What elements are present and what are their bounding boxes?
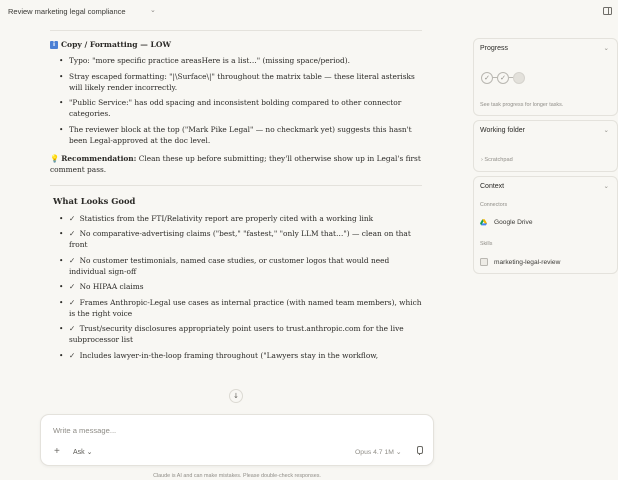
chevron-down-icon[interactable]: ⌄: [604, 126, 609, 134]
good-points-list: ✓ Statistics from the FTI/Relativity rep…: [50, 213, 422, 361]
connector-google-drive[interactable]: Google Drive: [480, 219, 532, 226]
list-item-text: No customer testimonials, named case stu…: [69, 255, 390, 276]
list-item-text: No comparative-advertising claims ("best…: [69, 229, 411, 249]
checkmark-icon: ✓: [69, 255, 76, 265]
list-item: Typo: "more specific practice areasHere …: [59, 55, 422, 66]
progress-step-done-icon: ✓: [497, 72, 509, 84]
working-folder-title[interactable]: Working folder: [480, 127, 525, 134]
recommendation: 💡 Recommendation: Clean these up before s…: [50, 153, 422, 175]
working-folder-panel: Working folder ⌄ › Scratchpad: [473, 120, 618, 172]
microphone-icon[interactable]: [416, 446, 423, 455]
checkmark-icon: ✓: [69, 297, 76, 307]
copy-issues-list: Typo: "more specific practice areasHere …: [50, 55, 422, 146]
folder-item-scratchpad[interactable]: › Scratchpad: [481, 157, 513, 163]
chevron-down-icon[interactable]: ⌄: [604, 44, 609, 52]
list-item: ✓ Trust/security disclosures appropriate…: [59, 323, 422, 345]
list-item: Stray escaped formatting: "|\Surface\|" …: [59, 71, 422, 93]
conversation-title[interactable]: Review marketing legal compliance: [8, 7, 126, 16]
copy-heading-text: Copy / Formatting — LOW: [61, 40, 171, 49]
skills-label: Skills: [480, 241, 493, 247]
title-chevron-down-icon[interactable]: ⌄: [150, 6, 156, 14]
list-item: "Public Service:" has odd spacing and in…: [59, 97, 422, 119]
copy-formatting-heading: i Copy / Formatting — LOW: [50, 39, 422, 50]
info-icon: i: [50, 40, 58, 49]
divider: [50, 30, 422, 31]
progress-hint: See task progress for longer tasks.: [480, 102, 564, 108]
connectors-label: Connectors: [480, 202, 508, 208]
progress-step-done-icon: ✓: [481, 72, 493, 84]
checkmark-icon: ✓: [69, 229, 76, 238]
checkmark-icon: ✓: [69, 324, 76, 333]
list-item-text: Includes lawyer-in-the-loop framing thro…: [79, 350, 379, 360]
model-selector[interactable]: Opus 4.7 1M ⌄: [355, 448, 402, 456]
mode-selector[interactable]: Ask ⌄: [73, 448, 92, 456]
checkmark-icon: ✓: [69, 350, 76, 360]
what-looks-good-heading: What Looks Good: [53, 195, 136, 206]
list-item: ✓ Statistics from the FTI/Relativity rep…: [59, 213, 422, 224]
list-item: ✓ No comparative-advertising claims ("be…: [59, 228, 422, 250]
list-item-text: Trust/security disclosures appropriately…: [69, 324, 404, 344]
context-panel: Context ⌄ Connectors Google Drive Skills…: [473, 176, 618, 274]
skill-marketing-legal-review[interactable]: marketing-legal-review: [480, 258, 560, 266]
list-item-text: Frames Anthropic-Legal use cases as inte…: [69, 297, 422, 318]
scroll-down-button[interactable]: ↓: [229, 389, 243, 403]
add-attachment-button[interactable]: +: [54, 446, 60, 457]
top-bar: Review marketing legal compliance ⌄: [0, 0, 618, 24]
google-drive-icon: [480, 219, 487, 226]
progress-title[interactable]: Progress: [480, 45, 508, 52]
message-input[interactable]: Write a message...: [53, 426, 116, 435]
chat-transcript: i Copy / Formatting — LOW Typo: "more sp…: [50, 30, 422, 365]
message-composer: Write a message... + Ask ⌄ Opus 4.7 1M ⌄: [40, 414, 434, 466]
progress-step-pending-icon: [513, 72, 525, 84]
checkmark-icon: ✓: [69, 282, 76, 291]
panel-toggle-icon[interactable]: [603, 7, 612, 15]
list-item-text: No HIPAA claims: [79, 282, 144, 291]
list-item: ✓ No HIPAA claims: [59, 281, 422, 292]
list-item: ✓ Includes lawyer-in-the-loop framing th…: [59, 350, 422, 361]
disclaimer-text: Claude is AI and can make mistakes. Plea…: [153, 473, 321, 479]
lightbulb-icon: 💡: [50, 153, 60, 163]
list-item: ✓ Frames Anthropic-Legal use cases as in…: [59, 297, 422, 319]
checkmark-icon: ✓: [69, 213, 76, 223]
chevron-down-icon[interactable]: ⌄: [604, 182, 609, 190]
list-item: ✓ No customer testimonials, named case s…: [59, 255, 422, 277]
context-title[interactable]: Context: [480, 183, 504, 190]
recommendation-label: Recommendation:: [61, 153, 137, 163]
connector-label: Google Drive: [494, 219, 533, 226]
divider: [50, 184, 422, 186]
skill-icon: [480, 258, 488, 266]
progress-panel: Progress ⌄ ✓ ✓ See task progress for lon…: [473, 38, 618, 116]
skill-label: marketing-legal-review: [494, 258, 561, 266]
list-item-text: Statistics from the FTI/Relativity repor…: [79, 213, 374, 223]
list-item: The reviewer block at the top ("Mark Pik…: [59, 124, 422, 146]
